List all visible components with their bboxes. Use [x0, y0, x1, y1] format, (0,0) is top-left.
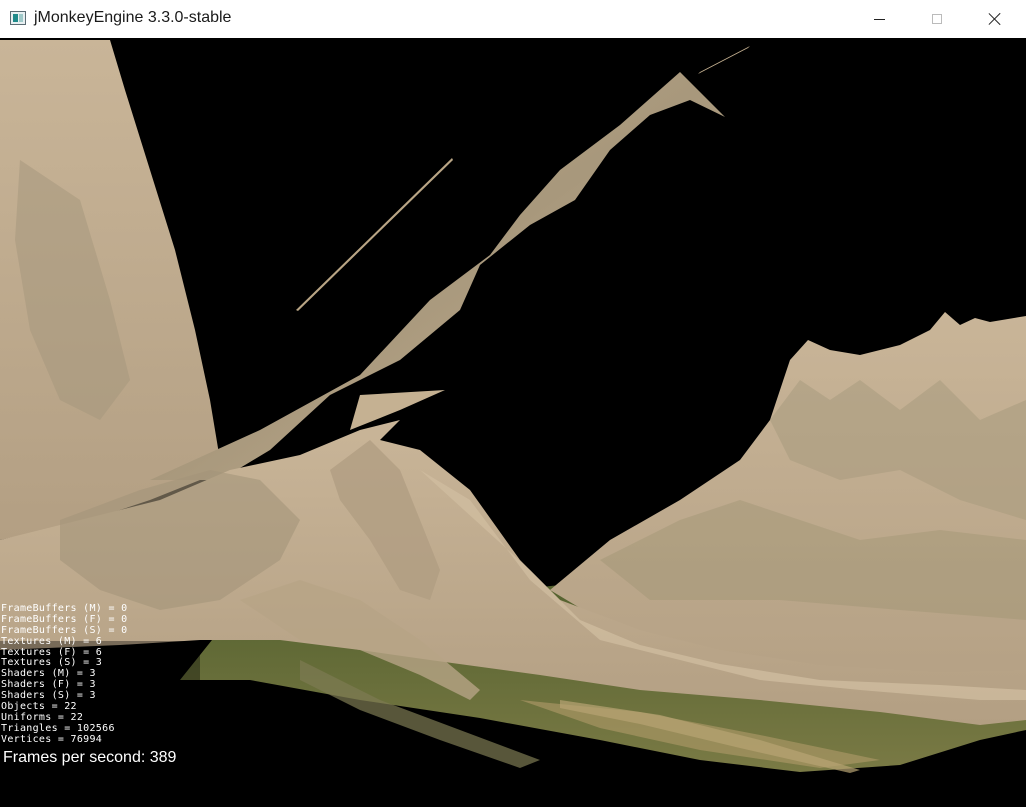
close-button[interactable] [966, 0, 1024, 38]
maximize-button[interactable] [908, 0, 966, 38]
window-title: jMonkeyEngine 3.3.0-stable [34, 9, 232, 26]
render-viewport[interactable] [0, 38, 1026, 807]
stat-vertices: Vertices = 76994 [1, 733, 103, 745]
app-icon [10, 11, 26, 25]
minimize-button[interactable] [850, 0, 908, 38]
app-window: jMonkeyEngine 3.3.0-stable FrameBuffers … [0, 0, 1026, 807]
render-stats-list: FrameBuffers (M) = 0 FrameBuffers (F) = … [1, 603, 127, 746]
stat-textures-m: Textures (M) = 6 [1, 635, 103, 647]
title-bar[interactable]: jMonkeyEngine 3.3.0-stable [0, 0, 1026, 39]
close-icon [988, 12, 1002, 26]
fps-counter: Frames per second: 389 [3, 749, 177, 766]
minimize-icon [873, 18, 885, 20]
maximize-icon [932, 14, 942, 24]
